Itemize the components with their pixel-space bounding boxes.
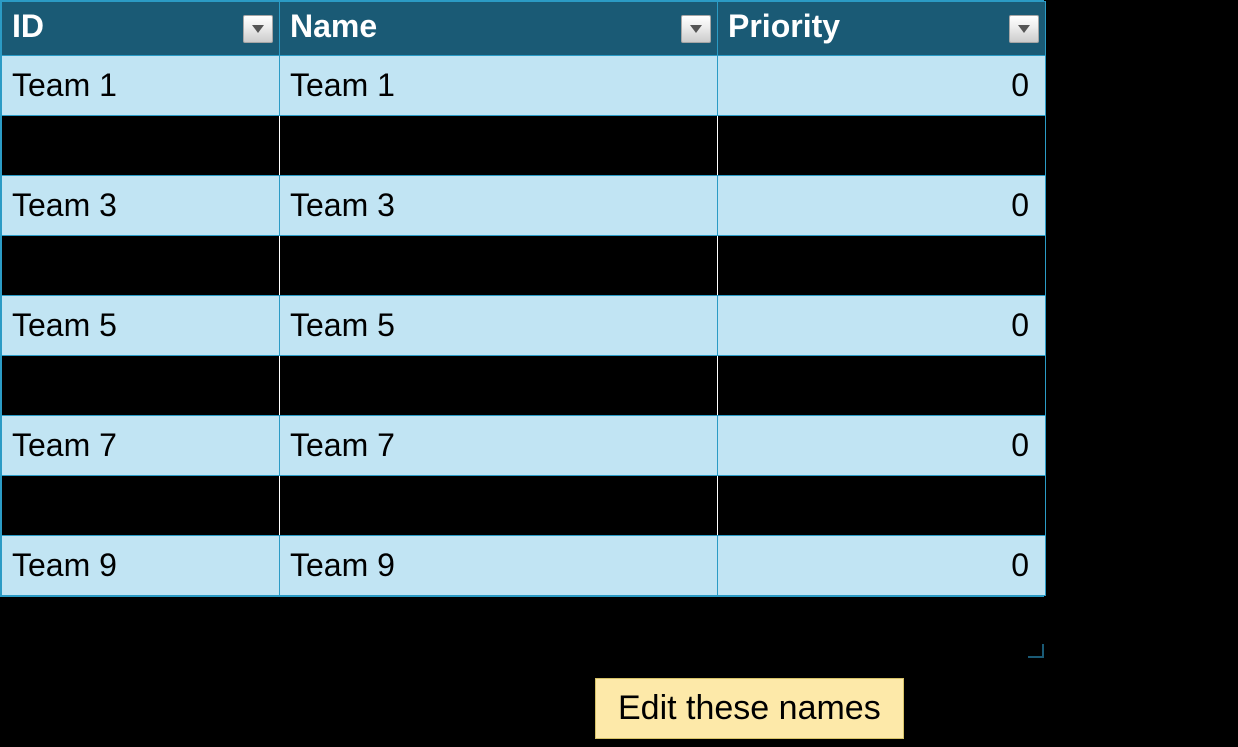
annotation-callout: Edit these names [595, 678, 904, 739]
table-header-row: ID Name Priority [2, 2, 1046, 56]
table-body: Team 1 Team 1 0 Team 3 Team 3 0 Team 5 [2, 56, 1046, 596]
cell-id[interactable] [2, 116, 280, 176]
table-row[interactable]: Team 7 Team 7 0 [2, 416, 1046, 476]
table-row[interactable] [2, 356, 1046, 416]
cell-priority[interactable] [718, 116, 1046, 176]
cell-name[interactable] [280, 356, 718, 416]
filter-button-name[interactable] [681, 15, 711, 43]
cell-name[interactable] [280, 236, 718, 296]
cell-priority[interactable]: 0 [718, 536, 1046, 596]
cell-name[interactable] [280, 116, 718, 176]
table-row[interactable]: Team 1 Team 1 0 [2, 56, 1046, 116]
cell-name[interactable] [280, 476, 718, 536]
cell-name[interactable]: Team 7 [280, 416, 718, 476]
cell-priority[interactable] [718, 356, 1046, 416]
cell-id[interactable] [2, 236, 280, 296]
table-row[interactable] [2, 116, 1046, 176]
column-header-name-label: Name [290, 8, 377, 44]
filter-button-id[interactable] [243, 15, 273, 43]
teams-table-container: ID Name Priority [0, 0, 1044, 597]
table-resize-handle-icon [1028, 644, 1044, 658]
cell-id[interactable]: Team 3 [2, 176, 280, 236]
column-header-id-label: ID [12, 8, 44, 44]
cell-name[interactable]: Team 9 [280, 536, 718, 596]
cell-priority[interactable] [718, 476, 1046, 536]
table-row[interactable] [2, 476, 1046, 536]
column-header-name[interactable]: Name [280, 2, 718, 56]
cell-id[interactable] [2, 476, 280, 536]
column-header-priority-label: Priority [728, 8, 840, 44]
cell-priority[interactable]: 0 [718, 296, 1046, 356]
table-row[interactable]: Team 3 Team 3 0 [2, 176, 1046, 236]
teams-table: ID Name Priority [1, 1, 1046, 596]
column-header-id[interactable]: ID [2, 2, 280, 56]
table-row[interactable]: Team 9 Team 9 0 [2, 536, 1046, 596]
cell-priority[interactable]: 0 [718, 416, 1046, 476]
cell-name[interactable]: Team 1 [280, 56, 718, 116]
chevron-down-icon [1017, 24, 1031, 34]
annotation-callout-text: Edit these names [618, 689, 881, 727]
cell-id[interactable]: Team 7 [2, 416, 280, 476]
column-header-priority[interactable]: Priority [718, 2, 1046, 56]
filter-button-priority[interactable] [1009, 15, 1039, 43]
chevron-down-icon [251, 24, 265, 34]
cell-name[interactable]: Team 3 [280, 176, 718, 236]
cell-priority[interactable]: 0 [718, 56, 1046, 116]
cell-priority[interactable] [718, 236, 1046, 296]
table-row[interactable]: Team 5 Team 5 0 [2, 296, 1046, 356]
cell-name[interactable]: Team 5 [280, 296, 718, 356]
cell-id[interactable] [2, 356, 280, 416]
cell-id[interactable]: Team 9 [2, 536, 280, 596]
cell-id[interactable]: Team 5 [2, 296, 280, 356]
cell-priority[interactable]: 0 [718, 176, 1046, 236]
chevron-down-icon [689, 24, 703, 34]
cell-id[interactable]: Team 1 [2, 56, 280, 116]
table-row[interactable] [2, 236, 1046, 296]
